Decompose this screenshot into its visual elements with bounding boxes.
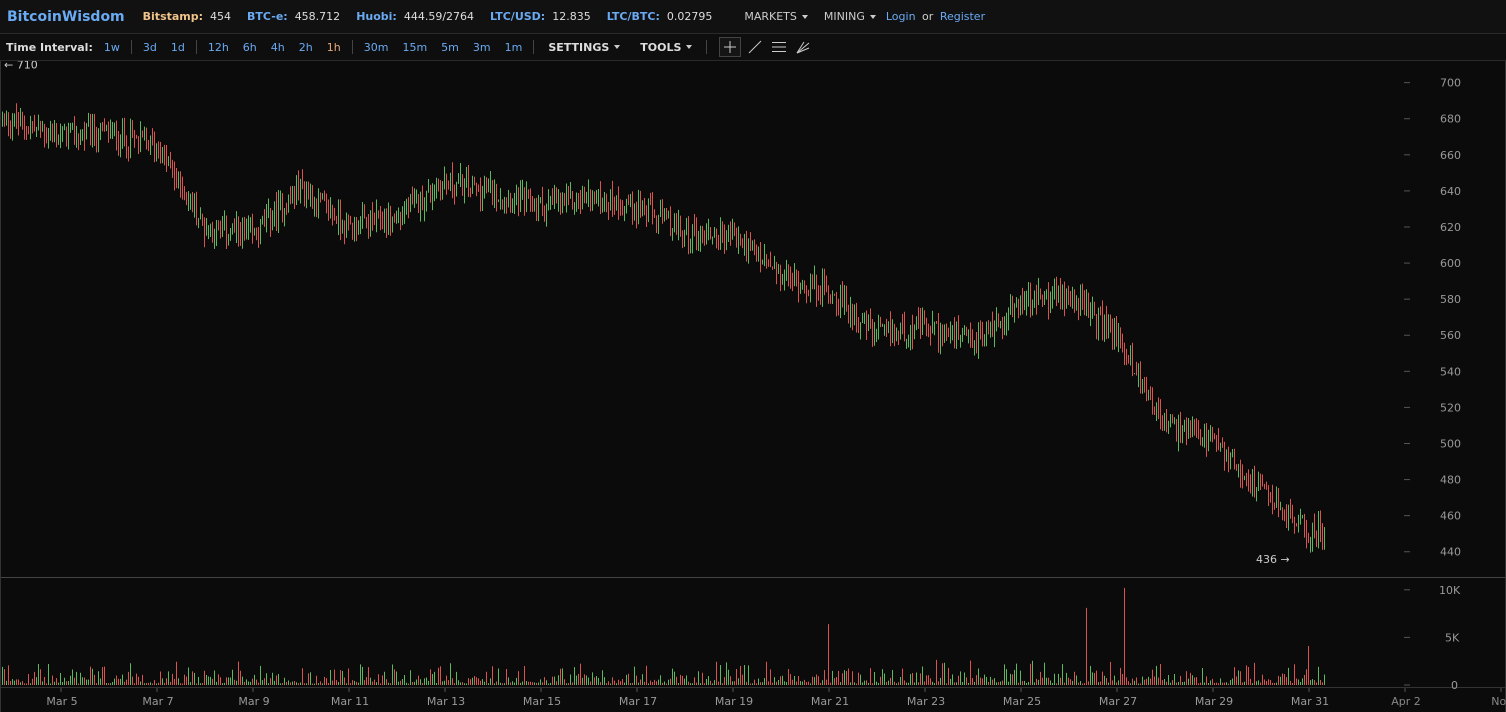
menu-mining[interactable]: MINING xyxy=(824,10,876,23)
ticker-list: Bitstamp: 454 BTC-e: 458.712 Huobi: 444.59/27… xyxy=(143,10,729,23)
menu-label: MINING xyxy=(823,10,865,23)
price-tick-label: 440 xyxy=(1440,546,1461,559)
price-tick-label: 560 xyxy=(1440,329,1461,342)
volume-tick-label: 5K xyxy=(1445,631,1460,644)
toolbar-divider xyxy=(533,40,535,54)
chevron-down-icon xyxy=(614,45,621,49)
date-tick-label: Mar 27 xyxy=(1099,695,1137,708)
price-tick-label: 660 xyxy=(1440,149,1461,162)
volume-tick-label: 0 xyxy=(1451,679,1458,692)
interval-3m[interactable]: 3m xyxy=(473,41,491,54)
ticker-label: LTC/USD: xyxy=(490,10,546,23)
settings-label: SETTINGS xyxy=(548,40,610,54)
chevron-down-icon xyxy=(869,14,876,19)
ticker-label: BTC-e: xyxy=(247,10,288,23)
interval-2h[interactable]: 2h xyxy=(299,41,313,54)
ticker-item[interactable]: LTC/USD: 12.835 xyxy=(490,10,591,23)
ticker-item[interactable]: BTC-e: 458.712 xyxy=(247,10,340,23)
chart-toolbar: Time Interval: 1w 3d 1d 12h 6h 4h 2h 1h 30m 15m 5m… xyxy=(0,34,1506,61)
price-tick-label: 580 xyxy=(1440,293,1461,306)
horizontal-lines-icon[interactable] xyxy=(769,38,789,56)
volume-tick-label: 10K xyxy=(1439,584,1461,597)
top-bar: BitcoinWisdom Bitstamp: 454 BTC-e: 458.712 H… xyxy=(0,0,1506,34)
ticker-value: 454 xyxy=(210,10,232,23)
price-tick-label: 520 xyxy=(1440,401,1461,414)
date-tick-label: Mar 17 xyxy=(619,695,657,708)
chevron-down-icon xyxy=(801,14,808,19)
settings-menu[interactable]: SETTINGS xyxy=(548,40,621,54)
line-draw-icon[interactable] xyxy=(745,38,765,56)
price-tick-label: 700 xyxy=(1440,77,1461,90)
price-tick-label: 460 xyxy=(1440,510,1461,523)
top-menus: MARKETS MINING xyxy=(728,10,876,23)
interval-1h[interactable]: 1h xyxy=(327,41,341,54)
price-tick-label: 680 xyxy=(1440,113,1461,126)
interval-divider xyxy=(195,40,197,54)
tools-menu[interactable]: TOOLS xyxy=(640,40,693,54)
drawing-tools xyxy=(717,37,815,57)
low-price-marker: 436 → xyxy=(1256,553,1290,566)
ticker-label: LTC/BTC: xyxy=(606,10,660,23)
date-tick-label: Mar 31 xyxy=(1291,695,1329,708)
tools-label: TOOLS xyxy=(640,40,682,54)
interval-6h[interactable]: 6h xyxy=(243,41,257,54)
interval-1d[interactable]: 1d xyxy=(171,41,185,54)
date-tick-label: Mar 13 xyxy=(427,695,465,708)
menu-label: MARKETS xyxy=(744,10,797,23)
ticker-value: 458.712 xyxy=(294,10,341,23)
date-tick-label: Mar 15 xyxy=(523,695,561,708)
ticker-item[interactable]: LTC/BTC: 0.02795 xyxy=(607,10,713,23)
price-tick-label: 640 xyxy=(1440,185,1461,198)
ticker-value: 0.02795 xyxy=(666,10,713,23)
date-tick-label: Nov xyxy=(1491,695,1506,708)
price-tick-label: 620 xyxy=(1440,221,1461,234)
interval-3d[interactable]: 3d xyxy=(143,41,157,54)
price-tick-label: 500 xyxy=(1440,437,1461,450)
interval-buttons: 1w 3d 1d 12h 6h 4h 2h 1h 30m 15m 5m 3m 1m xyxy=(97,40,529,54)
ticker-item[interactable]: Huobi: 444.59/2764 xyxy=(356,10,474,23)
login-link[interactable]: Login xyxy=(886,10,916,23)
ticker-value: 12.835 xyxy=(552,10,591,23)
interval-1w[interactable]: 1w xyxy=(104,41,120,54)
interval-12h[interactable]: 12h xyxy=(208,41,229,54)
chevron-down-icon xyxy=(686,45,693,49)
date-tick-label: Mar 21 xyxy=(811,695,849,708)
ticker-label: Huobi: xyxy=(356,10,397,23)
date-tick-label: Mar 29 xyxy=(1195,695,1233,708)
date-tick-label: Mar 19 xyxy=(715,695,753,708)
ticker-value: 444.59/2764 xyxy=(403,10,475,23)
register-link[interactable]: Register xyxy=(940,10,985,23)
interval-4h[interactable]: 4h xyxy=(271,41,285,54)
date-tick-label: Mar 11 xyxy=(331,695,369,708)
crosshair-icon[interactable] xyxy=(719,37,742,57)
interval-15m[interactable]: 15m xyxy=(402,41,427,54)
interval-divider xyxy=(130,40,132,54)
date-tick-label: Mar 23 xyxy=(907,695,945,708)
time-interval-label: Time Interval: xyxy=(6,40,93,54)
toolbar-divider xyxy=(706,40,708,54)
or-text: or xyxy=(922,10,934,23)
auth-links: Login or Register xyxy=(886,10,985,23)
interval-divider xyxy=(351,40,353,54)
menu-markets[interactable]: MARKETS xyxy=(744,10,808,23)
price-tick-label: 600 xyxy=(1440,257,1461,270)
interval-1m[interactable]: 1m xyxy=(505,41,523,54)
ticker-label: Bitstamp: xyxy=(142,10,204,23)
date-tick-label: Mar 25 xyxy=(1003,695,1041,708)
date-tick-label: Mar 9 xyxy=(238,695,269,708)
site-logo[interactable]: BitcoinWisdom xyxy=(7,9,125,25)
price-chart[interactable]: 440 460 480 500 520 540 560 580 600 620 640 660 680 7… xyxy=(0,61,1506,712)
date-tick-label: Apr 2 xyxy=(1391,695,1421,708)
price-tick-label: 480 xyxy=(1440,474,1461,487)
interval-30m[interactable]: 30m xyxy=(364,41,389,54)
date-tick-label: Mar 7 xyxy=(142,695,173,708)
price-tick-label: 540 xyxy=(1440,365,1461,378)
date-tick-label: Mar 5 xyxy=(46,695,77,708)
ticker-item[interactable]: Bitstamp: 454 xyxy=(143,10,231,23)
fan-lines-icon[interactable] xyxy=(793,38,813,56)
high-price-marker: ← 710 xyxy=(4,61,38,72)
interval-5m[interactable]: 5m xyxy=(441,41,459,54)
